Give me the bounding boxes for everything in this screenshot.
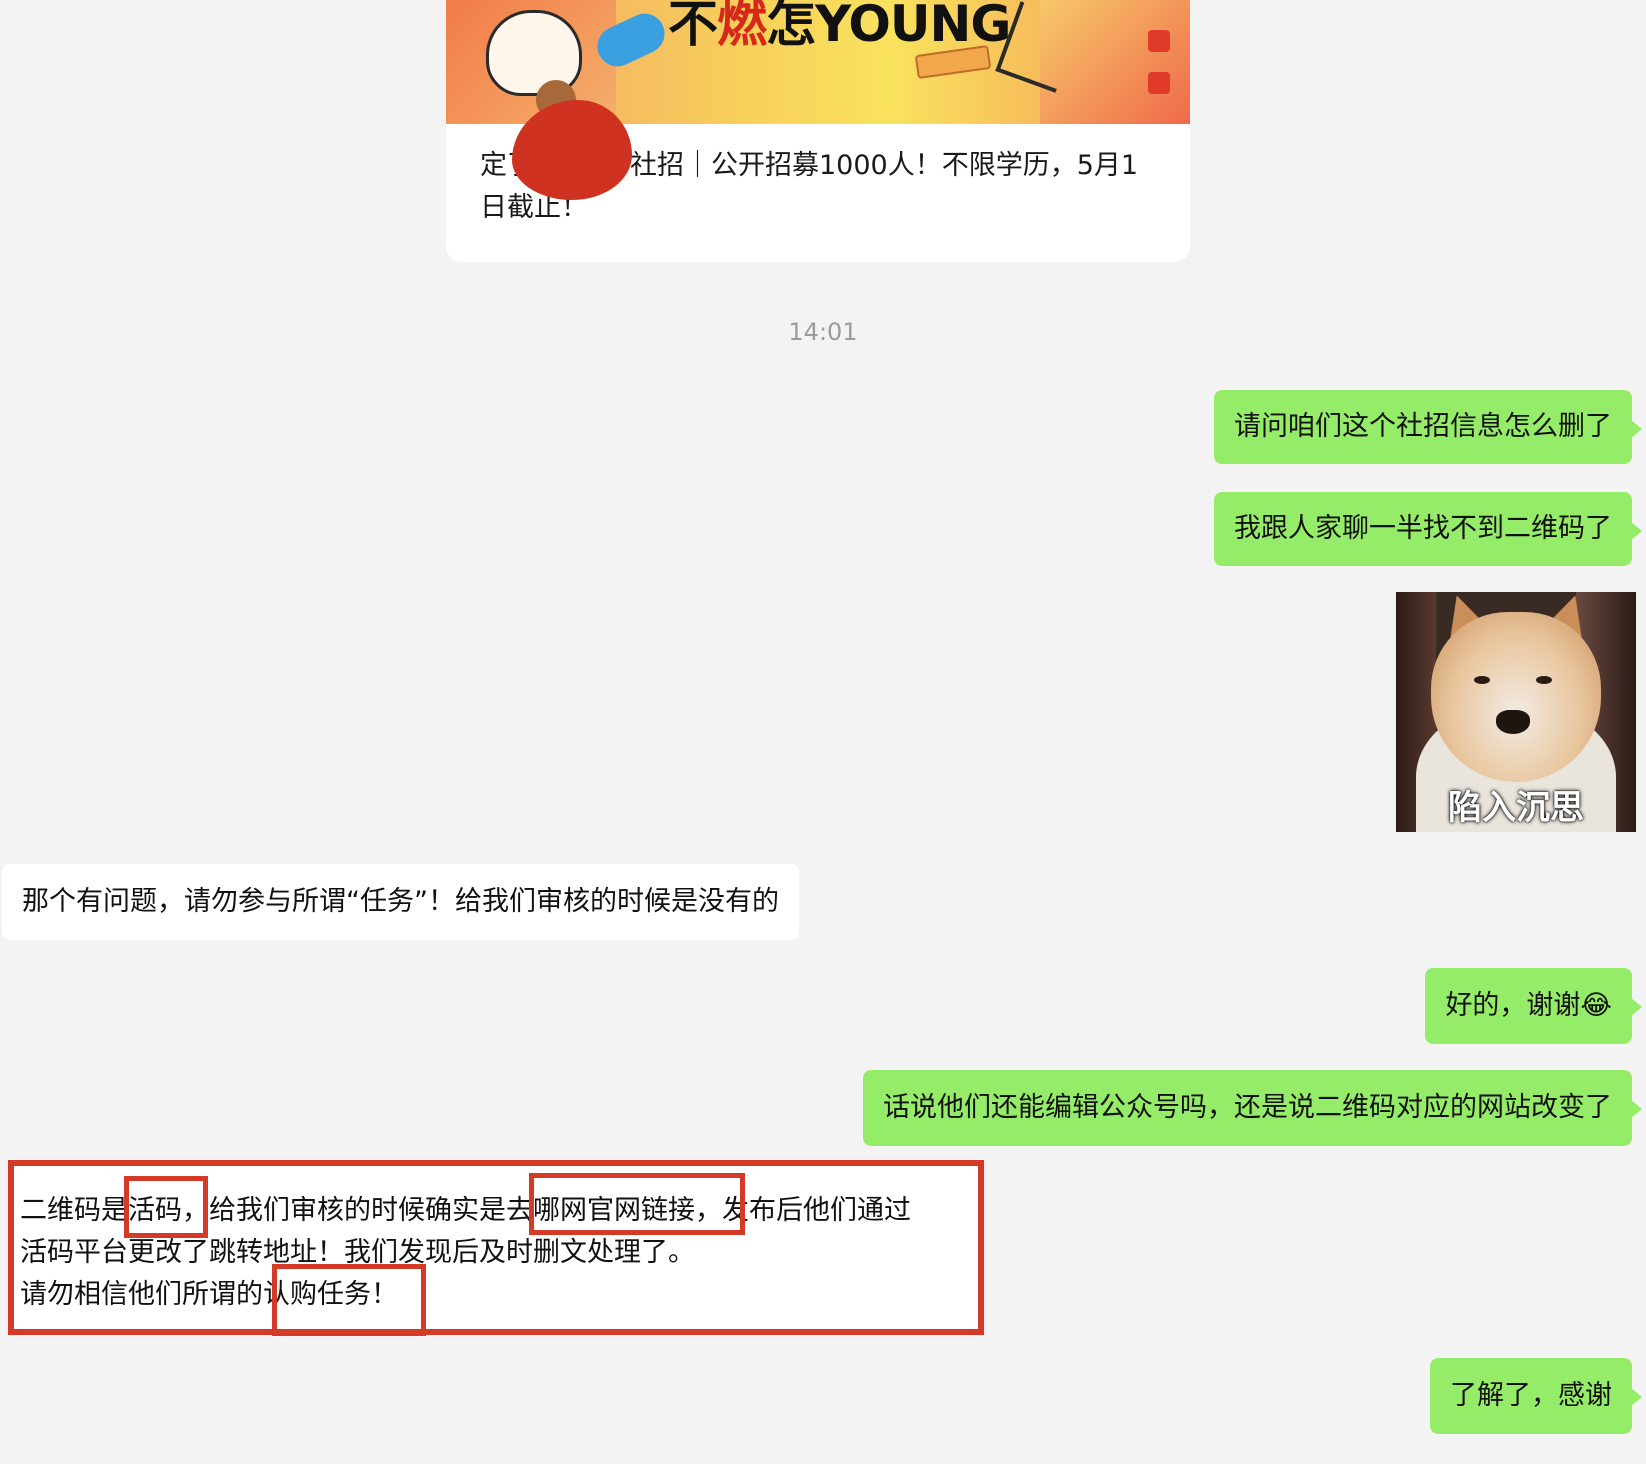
outgoing-message[interactable]: 话说他们还能编辑公众号吗，还是说二维码对应的网站改变了: [863, 1070, 1642, 1146]
incoming-message[interactable]: 那个有问题，请勿参与所谓“任务”！给我们审核的时候是没有的: [2, 864, 799, 940]
sticker-caption: 陷入沉思: [1448, 788, 1584, 828]
outgoing-message[interactable]: 好的，谢谢😂: [1425, 968, 1642, 1044]
shiba-sticker[interactable]: 陷入沉思: [1396, 592, 1636, 832]
outgoing-message[interactable]: 请问咱们这个社招信息怎么删了: [1214, 390, 1642, 464]
message-timestamp: 14:01: [788, 318, 858, 346]
highlight-box: [124, 1176, 208, 1238]
outgoing-message[interactable]: 我跟人家聊一半找不到二维码了: [1214, 492, 1642, 566]
highlight-box: [272, 1264, 426, 1336]
highlight-box: [529, 1173, 745, 1235]
outgoing-message[interactable]: 了解了，感谢: [1430, 1358, 1642, 1434]
banner-headline: 不燃怎YOUNG: [668, 0, 1011, 53]
